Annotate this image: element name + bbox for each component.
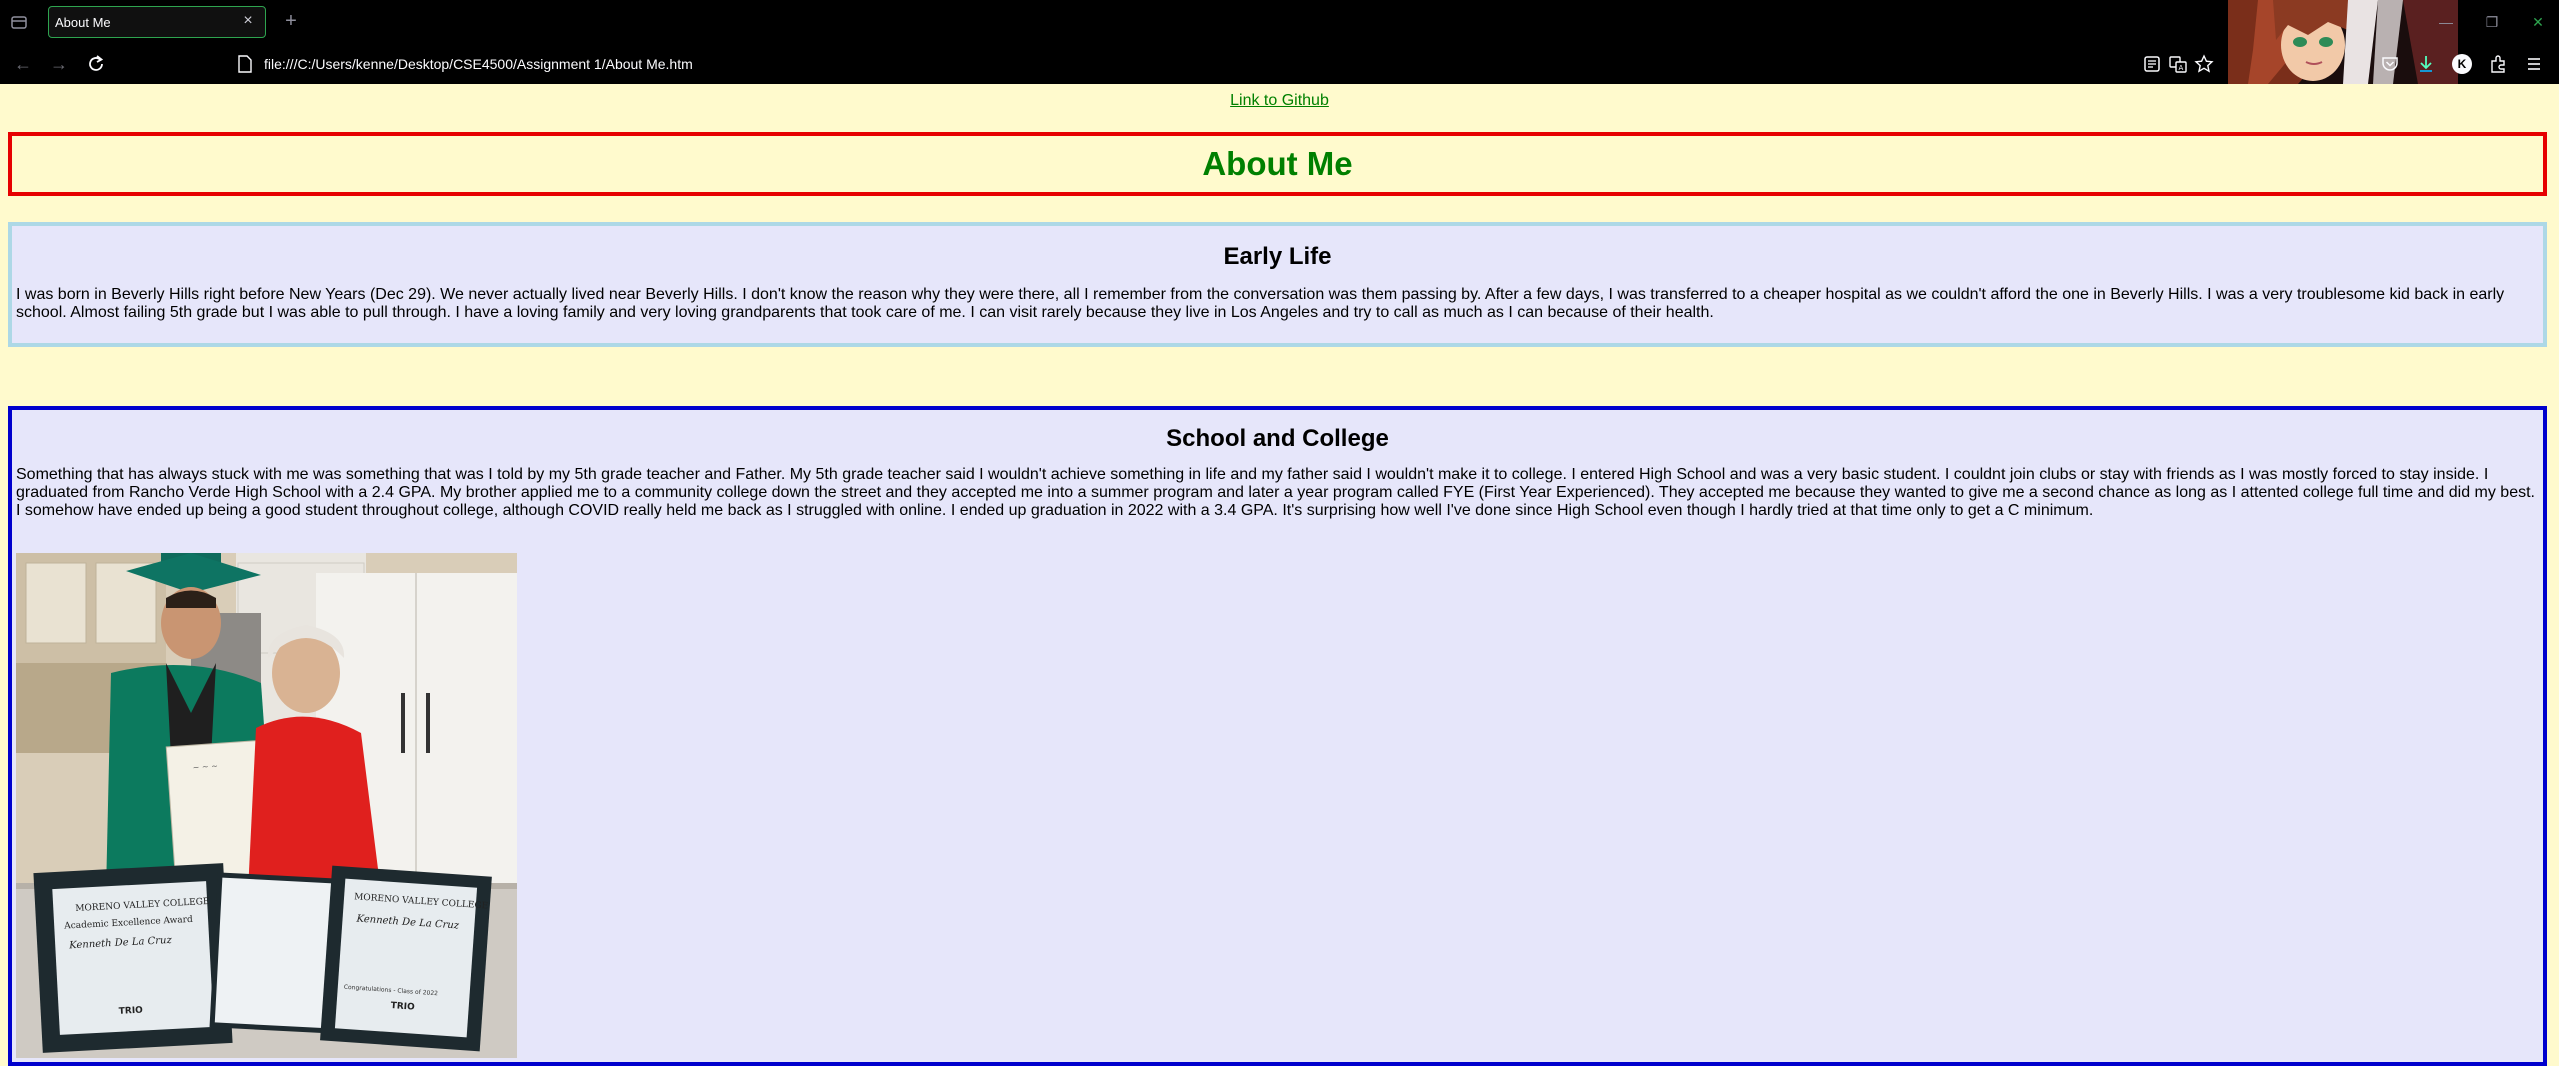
menu-icon[interactable] [2524,54,2544,74]
graduation-photo: ~ ~ ~ MORENO VALLEY COLLEGE Academic Exc… [16,553,517,1058]
forward-icon[interactable]: → [48,53,70,75]
certificate-left-logo: TRIO [119,1006,144,1017]
page-icon[interactable] [238,55,252,73]
school-college-section: School and College Something that has al… [8,406,2547,1066]
school-college-text: Something that has always stuck with me … [16,466,2535,519]
early-life-text: I was born in Beverly Hills right before… [16,286,2505,321]
bookmark-star-icon[interactable] [2194,54,2214,74]
browser-chrome: About Me × + — ❐ ✕ ← → file:///C:/Users/… [0,0,2559,84]
new-tab-icon[interactable]: + [280,11,302,33]
minimize-icon[interactable]: — [2436,12,2456,32]
github-link[interactable]: Link to Github [1230,92,1329,109]
page-title: About Me [1202,145,1353,182]
page-content: Link to Github About Me Early Life I was… [0,84,2559,1066]
close-icon[interactable]: × [239,12,257,30]
address-bar[interactable]: file:///C:/Users/kenne/Desktop/CSE4500/A… [264,56,693,72]
downloads-icon[interactable] [2416,54,2436,74]
certificate-right-logo: TRIO [390,1001,415,1013]
early-life-section: Early Life I was born in Beverly Hills r… [8,222,2547,347]
school-college-heading: School and College [1166,425,1389,452]
early-life-heading: Early Life [1223,243,1332,270]
tab-about-me[interactable]: About Me × [48,6,266,38]
svg-text:~ ~ ~: ~ ~ ~ [192,761,218,772]
tab-bar: About Me × + — ❐ ✕ [0,0,2559,84]
reload-icon[interactable] [85,53,107,75]
restore-icon[interactable]: ❐ [2482,12,2502,32]
reader-view-icon[interactable] [2142,54,2162,74]
tab-title: About Me [55,15,111,30]
extensions-icon[interactable] [2488,54,2508,74]
svg-text:A: A [2179,64,2184,72]
account-icon[interactable]: K [2452,54,2472,74]
navigation-toolbar: ← → file:///C:/Users/kenne/Desktop/CSE45… [0,44,2559,84]
translate-icon[interactable]: A [2168,54,2188,74]
tab-list-icon[interactable] [10,13,28,31]
pocket-icon[interactable] [2380,54,2400,74]
about-me-banner: About Me [8,132,2547,196]
close-window-icon[interactable]: ✕ [2528,12,2548,32]
github-link-wrapper: Link to Github [0,92,2559,110]
back-icon[interactable]: ← [12,53,34,75]
